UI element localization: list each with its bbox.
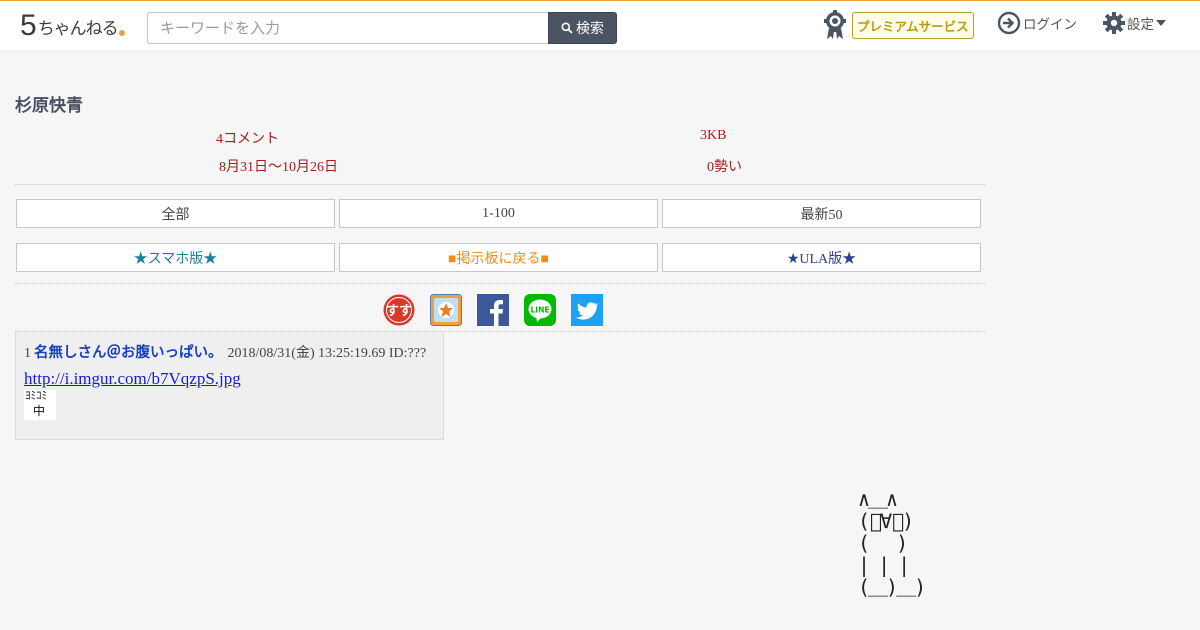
- post-1: 1 名無しさん＠お腹いっぱい。 2018/08/31(金) 13:25:19.69 …: [15, 332, 444, 440]
- search-input[interactable]: [147, 12, 549, 44]
- premium-service-label: プレミアムサービス: [852, 11, 974, 39]
- post-thumbnail[interactable]: ﾖﾐｺﾐ 中: [24, 390, 56, 420]
- logo-text: ちゃんねる: [37, 19, 119, 39]
- svg-text:すす: すす: [386, 304, 412, 319]
- divider: [15, 184, 985, 185]
- show-1-100-button[interactable]: 1-100: [339, 199, 658, 228]
- post-number[interactable]: 1: [24, 346, 31, 361]
- thread-size: 3KB: [700, 128, 727, 143]
- top-bar: 5 ちゃんねる 検索 プレミアムサービス: [0, 0, 1200, 51]
- facebook-icon[interactable]: [477, 294, 509, 326]
- chevron-down-icon: [1156, 20, 1166, 26]
- post-header: 1 名無しさん＠お腹いっぱい。 2018/08/31(金) 13:25:19.69 …: [24, 341, 426, 362]
- post-date: 2018/08/31(金) 13:25:19.69 ID:???: [227, 346, 427, 361]
- settings-menu[interactable]: 設定: [1102, 11, 1166, 35]
- back-to-board-button[interactable]: ■掲示板に戻る■: [339, 243, 658, 272]
- thread-date-range: 8月31日〜10月26日: [219, 160, 338, 175]
- login-link[interactable]: ログイン: [997, 11, 1077, 35]
- gear-icon: [1103, 12, 1125, 34]
- logo-dot: [118, 30, 125, 36]
- smartphone-version-button[interactable]: ★スマホ版★: [16, 243, 335, 272]
- post-image-link[interactable]: http://i.imgur.com/b7VqzpS.jpg: [24, 369, 241, 389]
- login-icon: [997, 11, 1021, 35]
- twitter-icon[interactable]: [571, 294, 603, 326]
- ula-version-button[interactable]: ★ULA版★: [662, 243, 981, 272]
- thumbnail-text-bottom: 中: [33, 404, 46, 418]
- medal-icon: [824, 10, 846, 39]
- latest-50-button[interactable]: 最新50: [662, 199, 981, 228]
- search-button-label: 検索: [576, 21, 604, 37]
- thread-momentum: 0勢い: [707, 160, 742, 175]
- comment-count: 4コメント: [216, 132, 279, 147]
- login-label: ログイン: [1023, 17, 1077, 33]
- post-author: 名無しさん＠お腹いっぱい。: [34, 345, 223, 361]
- divider: [15, 283, 985, 284]
- line-icon[interactable]: LINE: [524, 294, 556, 326]
- bookmark-icon[interactable]: [430, 294, 462, 326]
- thumbnail-text-top: ﾖﾐｺﾐ: [25, 389, 47, 402]
- site-logo[interactable]: 5 ちゃんねる: [20, 11, 125, 41]
- svg-text:LINE: LINE: [531, 306, 550, 315]
- premium-service-link[interactable]: プレミアムサービス: [822, 10, 974, 40]
- sukusuku-icon[interactable]: すす: [383, 294, 415, 326]
- show-all-button[interactable]: 全部: [16, 199, 335, 228]
- thread-title: 杉原快青: [15, 96, 83, 116]
- search-icon: [561, 22, 573, 34]
- settings-label: 設定: [1127, 17, 1154, 33]
- logo-five: 5: [20, 9, 37, 42]
- search-button[interactable]: 検索: [548, 12, 617, 44]
- ascii-art: ∧＿∧ (ﾟ∀ﾟ) ( ) | | | (＿)＿): [858, 487, 926, 599]
